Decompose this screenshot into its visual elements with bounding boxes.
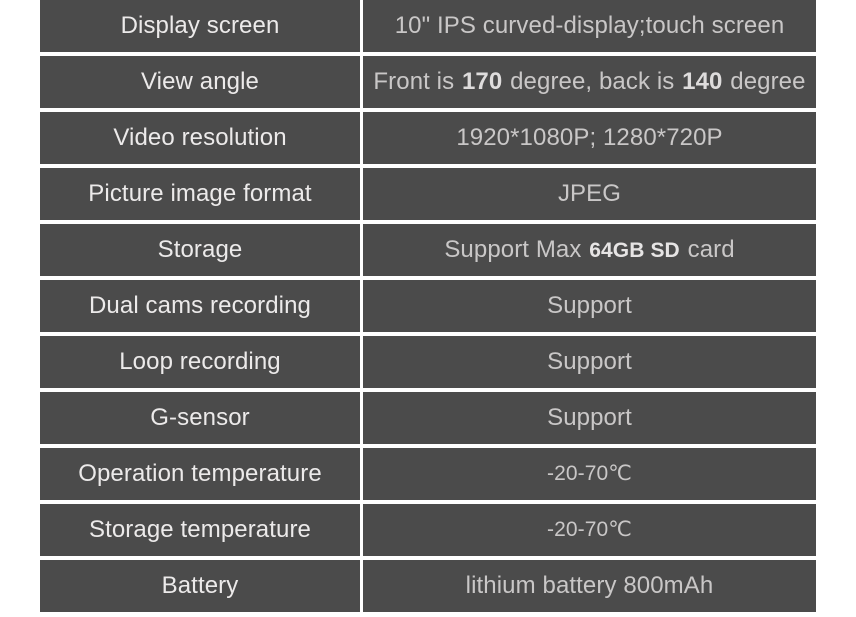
spec-value-text: Support Max 64GB SD card <box>444 235 735 263</box>
spec-label-cell: Storage temperature <box>40 504 360 556</box>
spec-label-cell: Video resolution <box>40 112 360 164</box>
table-row: Picture image format JPEG <box>40 168 816 220</box>
table-row: Operation temperature -20-70℃ <box>40 448 816 500</box>
spec-label-cell: Battery <box>40 560 360 612</box>
table-row: Battery lithium battery 800mAh <box>40 560 816 612</box>
spec-value-cell: Support <box>363 392 816 444</box>
spec-value-cell: Support <box>363 336 816 388</box>
spec-value-segment: degree <box>723 67 806 95</box>
spec-label-cell: Operation temperature <box>40 448 360 500</box>
spec-value-segment: Support Max <box>444 235 589 263</box>
spec-value-cell: JPEG <box>363 168 816 220</box>
spec-label-cell: Display screen <box>40 0 360 52</box>
spec-value-text: Front is 170 degree, back is 140 degree <box>373 67 806 95</box>
spec-value-cell: 10" IPS curved-display;touch screen <box>363 0 816 52</box>
spec-value-cell: Support <box>363 280 816 332</box>
spec-label-cell: View angle <box>40 56 360 108</box>
spec-value-cell: -20-70℃ <box>363 448 816 500</box>
spec-value-segment: card <box>680 235 735 263</box>
spec-label-cell: Picture image format <box>40 168 360 220</box>
spec-label-cell: G-sensor <box>40 392 360 444</box>
spec-value-segment: 140 <box>682 67 723 95</box>
table-row: Video resolution 1920*1080P; 1280*720P <box>40 112 816 164</box>
spec-value-cell: 1920*1080P; 1280*720P <box>363 112 816 164</box>
spec-value-cell: -20-70℃ <box>363 504 816 556</box>
table-row: Dual cams recording Support <box>40 280 816 332</box>
spec-value-segment: 64GB SD <box>589 238 680 262</box>
spec-value-segment: degree, back is <box>503 67 682 95</box>
table-row: Loop recording Support <box>40 336 816 388</box>
table-row: G-sensor Support <box>40 392 816 444</box>
table-row: Storage temperature -20-70℃ <box>40 504 816 556</box>
table-row: View angle Front is 170 degree, back is 1… <box>40 56 816 108</box>
spec-label-cell: Storage <box>40 224 360 276</box>
spec-label-cell: Loop recording <box>40 336 360 388</box>
specification-table: Display screen 10" IPS curved-display;tou… <box>40 0 816 616</box>
table-row: Storage Support Max 64GB SD card <box>40 224 816 276</box>
spec-value-cell: Front is 170 degree, back is 140 degree <box>363 56 816 108</box>
spec-label-cell: Dual cams recording <box>40 280 360 332</box>
table-row: Display screen 10" IPS curved-display;tou… <box>40 0 816 52</box>
spec-value-segment: Front is <box>373 67 461 95</box>
spec-value-cell: Support Max 64GB SD card <box>363 224 816 276</box>
spec-value-cell: lithium battery 800mAh <box>363 560 816 612</box>
spec-value-segment: 170 <box>461 67 503 95</box>
